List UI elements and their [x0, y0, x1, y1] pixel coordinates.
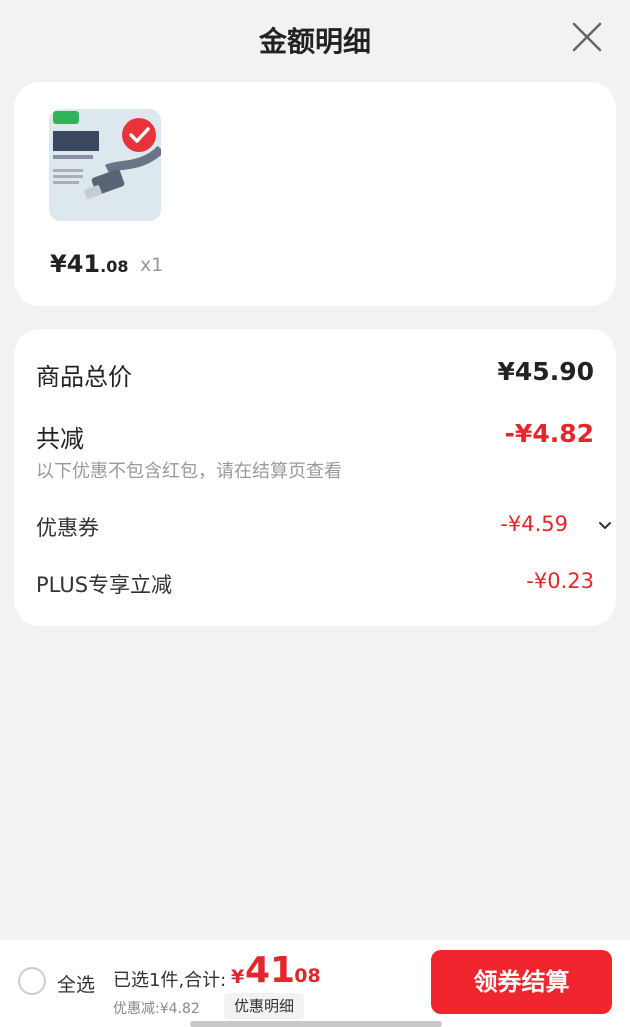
- select-all-radio[interactable]: [18, 967, 46, 995]
- product-price: ¥41.08: [50, 250, 128, 278]
- sum-currency: ¥: [231, 966, 245, 988]
- product-thumbnail[interactable]: [49, 109, 161, 221]
- coupon-value: -¥4.59: [500, 512, 568, 536]
- page-title: 金额明细: [258, 25, 371, 58]
- total-label: 商品总价: [36, 363, 132, 391]
- close-icon[interactable]: [570, 20, 604, 54]
- amount-detail-card: 商品总价 ¥45.90 共减 -¥4.82 以下优惠不包含红包，请在结算页查看 …: [14, 329, 616, 626]
- discount-note: 以下优惠不包含红包，请在结算页查看: [36, 461, 342, 482]
- reduce-value: -¥4.82: [504, 419, 594, 448]
- reduce-label: 共减: [36, 425, 84, 453]
- chevron-down-icon[interactable]: [598, 518, 612, 532]
- discount-detail-button[interactable]: 优惠明细: [224, 993, 305, 1019]
- header: 金额明细: [0, 0, 630, 80]
- product-price-int: ¥41: [50, 250, 101, 278]
- cable-icon: [49, 109, 161, 221]
- checkout-bar: 全选 已选1件,合计: ¥ 41 .08 优惠减:¥4.82 优惠明细 领券结算: [0, 940, 630, 1027]
- plus-label: PLUS专享立减: [36, 573, 173, 597]
- selected-count: 已选1件,合计:: [113, 970, 227, 991]
- total-value: ¥45.90: [497, 357, 594, 386]
- sum-decimal: .08: [287, 965, 321, 987]
- plus-value: -¥0.23: [526, 569, 594, 593]
- product-quantity: x1: [140, 254, 164, 276]
- product-price-dec: .08: [100, 257, 129, 276]
- select-all-label[interactable]: 全选: [57, 970, 95, 997]
- checkout-button[interactable]: 领券结算: [431, 950, 612, 1014]
- coupon-label: 优惠券: [36, 516, 99, 540]
- product-card: ¥41.08 x1: [14, 82, 616, 306]
- home-indicator: [190, 1021, 442, 1027]
- discount-summary: 优惠减:¥4.82: [113, 1001, 200, 1017]
